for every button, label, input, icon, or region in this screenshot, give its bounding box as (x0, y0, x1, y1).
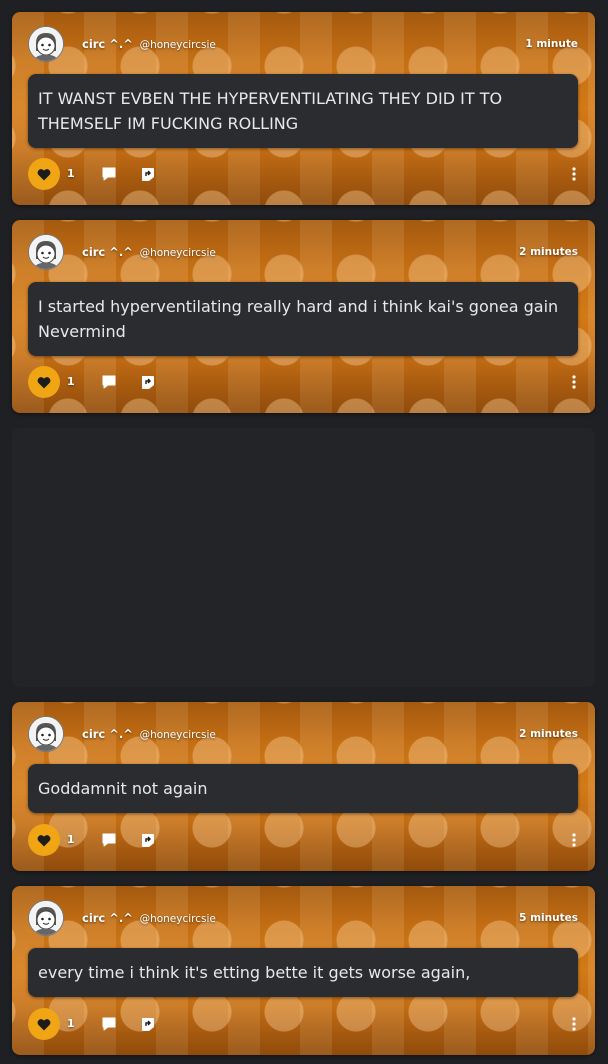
more-vertical-icon (572, 1017, 576, 1031)
more-button[interactable] (569, 373, 579, 391)
post-card[interactable]: circ ^.^ @honeycircsie 5 minutes every t… (12, 886, 595, 1055)
more-button[interactable] (569, 165, 579, 183)
comment-icon (102, 1017, 116, 1031)
heart-icon (37, 168, 51, 180)
empty-post-placeholder (12, 428, 595, 687)
comment-button[interactable] (100, 831, 118, 849)
like-count: 1 (67, 1017, 75, 1030)
share-button[interactable] (139, 831, 157, 849)
more-vertical-icon (572, 167, 576, 181)
avatar-icon (29, 27, 63, 61)
username[interactable]: @honeycircsie (140, 729, 216, 741)
timestamp: 2 minutes (519, 246, 578, 258)
avatar-icon (29, 901, 63, 935)
author-handle[interactable]: circ ^.^ @honeycircsie (82, 911, 216, 925)
post-actions: 1 (28, 158, 579, 190)
post-card[interactable]: circ ^.^ @honeycircsie 2 minutes I start… (12, 220, 595, 413)
share-button[interactable] (139, 165, 157, 183)
comment-button[interactable] (100, 373, 118, 391)
more-vertical-icon (572, 375, 576, 389)
post-actions: 1 (28, 824, 579, 856)
timestamp: 2 minutes (519, 728, 578, 740)
timestamp: 5 minutes (519, 912, 578, 924)
author-handle[interactable]: circ ^.^ @honeycircsie (82, 37, 216, 51)
avatar[interactable] (28, 900, 64, 936)
heart-icon (37, 1018, 51, 1030)
share-icon (142, 1018, 154, 1031)
more-button[interactable] (569, 831, 579, 849)
comment-icon (102, 375, 116, 389)
display-name[interactable]: circ ^.^ (82, 245, 133, 259)
username[interactable]: @honeycircsie (140, 39, 216, 51)
display-name[interactable]: circ ^.^ (82, 727, 133, 741)
comment-button[interactable] (100, 165, 118, 183)
avatar[interactable] (28, 716, 64, 752)
post-text: Goddamnit not again (28, 764, 578, 813)
author-handle[interactable]: circ ^.^ @honeycircsie (82, 727, 216, 741)
share-icon (142, 168, 154, 181)
like-button[interactable] (28, 158, 60, 190)
display-name[interactable]: circ ^.^ (82, 37, 133, 51)
post-actions: 1 (28, 366, 579, 398)
post-card[interactable]: circ ^.^ @honeycircsie 2 minutes Goddamn… (12, 702, 595, 871)
comment-icon (102, 167, 116, 181)
post-text: IT WANST EVBEN THE HYPERVENTILATING THEY… (28, 74, 578, 148)
post-text: I started hyperventilating really hard a… (28, 282, 578, 356)
comment-button[interactable] (100, 1015, 118, 1033)
post-text: every time i think it's etting bette it … (28, 948, 578, 997)
avatar[interactable] (28, 234, 64, 270)
username[interactable]: @honeycircsie (140, 247, 216, 259)
comment-icon (102, 833, 116, 847)
like-button[interactable] (28, 1008, 60, 1040)
like-button[interactable] (28, 824, 60, 856)
post-actions: 1 (28, 1008, 579, 1040)
avatar[interactable] (28, 26, 64, 62)
display-name[interactable]: circ ^.^ (82, 911, 133, 925)
like-count: 1 (67, 833, 75, 846)
author-handle[interactable]: circ ^.^ @honeycircsie (82, 245, 216, 259)
share-button[interactable] (139, 373, 157, 391)
more-vertical-icon (572, 833, 576, 847)
post-card[interactable]: circ ^.^ @honeycircsie 1 minute IT WANST… (12, 12, 595, 205)
timestamp: 1 minute (525, 38, 578, 50)
avatar-icon (29, 235, 63, 269)
heart-icon (37, 376, 51, 388)
like-count: 1 (67, 167, 75, 180)
share-icon (142, 376, 154, 389)
like-button[interactable] (28, 366, 60, 398)
heart-icon (37, 834, 51, 846)
like-count: 1 (67, 375, 75, 388)
share-icon (142, 834, 154, 847)
share-button[interactable] (139, 1015, 157, 1033)
more-button[interactable] (569, 1015, 579, 1033)
avatar-icon (29, 717, 63, 751)
username[interactable]: @honeycircsie (140, 913, 216, 925)
